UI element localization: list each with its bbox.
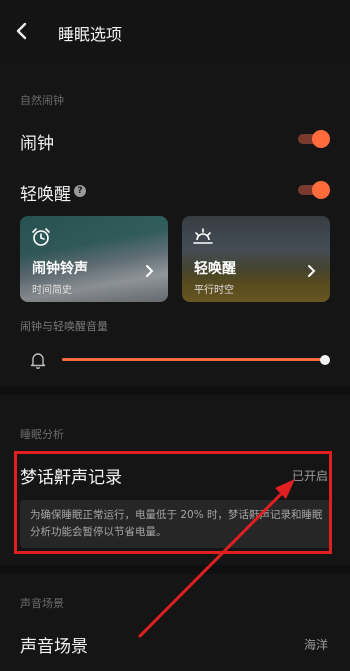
top-bar: 睡眠选项: [0, 0, 350, 60]
gentle-wake-toggle[interactable]: [298, 181, 330, 199]
chevron-right-icon: [308, 265, 316, 277]
gentle-wake-card-subtitle: 平行时空: [194, 285, 234, 296]
section-divider: [0, 386, 350, 395]
annotation-highlight-box: [14, 451, 332, 554]
help-icon[interactable]: ?: [74, 185, 86, 197]
volume-label: 闹钟与轻唤醒音量: [20, 320, 108, 333]
volume-slider[interactable]: [62, 352, 330, 368]
gentle-wake-label: 轻唤醒: [20, 185, 71, 205]
alarm-toggle[interactable]: [298, 130, 330, 148]
sound-scene-value[interactable]: 海洋: [304, 636, 328, 653]
volume-slider-fill: [62, 358, 325, 361]
alarm-label: 闹钟: [20, 134, 54, 154]
page-title: 睡眠选项: [58, 25, 123, 44]
section-divider: [0, 565, 350, 574]
section-label-sound-scene: 声音场景: [20, 597, 64, 610]
sunrise-icon: [193, 228, 213, 244]
alarm-ringtone-subtitle: 时间简史: [32, 285, 72, 296]
volume-slider-thumb[interactable]: [320, 355, 330, 365]
gentle-wake-card[interactable]: 轻唤醒 平行时空: [182, 216, 330, 302]
sound-scene-label[interactable]: 声音场景: [20, 632, 88, 657]
chevron-right-icon: [146, 265, 154, 277]
section-label-natural-alarm: 自然闹钟: [20, 94, 64, 107]
gentle-wake-card-title: 轻唤醒: [194, 261, 236, 277]
alarm-ringtone-title: 闹钟铃声: [32, 261, 88, 277]
bell-icon: [30, 353, 46, 370]
back-arrow-icon[interactable]: [8, 16, 36, 46]
alarm-ringtone-card[interactable]: 闹钟铃声 时间简史: [20, 216, 168, 302]
alarm-clock-icon: [32, 228, 50, 246]
section-label-sleep-analysis: 睡眠分析: [20, 428, 64, 441]
